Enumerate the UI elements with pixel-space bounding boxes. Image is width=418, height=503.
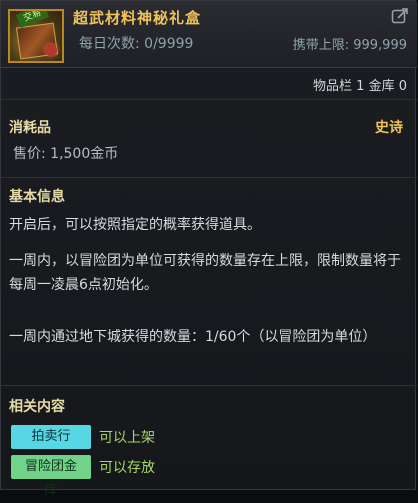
inventory-count: 物品栏 1 金库 0	[313, 79, 407, 94]
daily-count: 每日次数: 0/9999	[79, 33, 193, 53]
daily-count-label: 每日次数:	[79, 36, 140, 52]
auction-button[interactable]: 拍卖行	[11, 425, 91, 449]
carry-limit-value: 999,999	[353, 38, 407, 53]
rarity-label: 史诗	[375, 120, 403, 136]
vault-note: 可以存放	[99, 460, 155, 476]
share-icon[interactable]	[391, 7, 409, 25]
sell-price-label: 售价:	[13, 146, 46, 162]
sell-price: 售价: 1,500金币	[13, 143, 118, 163]
item-icon: 交易	[8, 9, 64, 63]
auction-note: 可以上架	[99, 430, 155, 446]
carry-limit: 携带上限: 999,999	[293, 34, 407, 53]
basic-info-title: 基本信息	[9, 189, 65, 205]
item-header: 交易 超武材料神秘礼盒 每日次数: 0/9999 携带上限: 999,999	[1, 1, 417, 68]
item-tooltip-panel: 交易 超武材料神秘礼盒 每日次数: 0/9999 携带上限: 999,999 物…	[0, 0, 417, 498]
consumable-title: 消耗品	[9, 120, 51, 136]
divider	[1, 177, 417, 178]
sell-price-value: 1,500金币	[50, 146, 119, 162]
divider	[1, 99, 417, 100]
item-title: 超武材料神秘礼盒	[73, 9, 202, 27]
carry-limit-label: 携带上限:	[292, 38, 350, 53]
daily-count-value: 0/9999	[144, 36, 194, 52]
vault-button[interactable]: 冒险团金库	[11, 455, 91, 498]
divider	[1, 385, 417, 386]
item-gem-icon	[45, 44, 57, 56]
info-line-2: 一周内，以冒险团为单位可获得的数量存在上限，限制数量将于每周一凌晨6点初始化。	[9, 253, 401, 293]
info-line-1: 开启后，可以按照指定的概率获得道具。	[9, 217, 261, 233]
related-title: 相关内容	[9, 399, 65, 415]
info-line-3: 一周内通过地下城获得的数量：1/60个（以冒险团为单位）	[9, 329, 377, 345]
